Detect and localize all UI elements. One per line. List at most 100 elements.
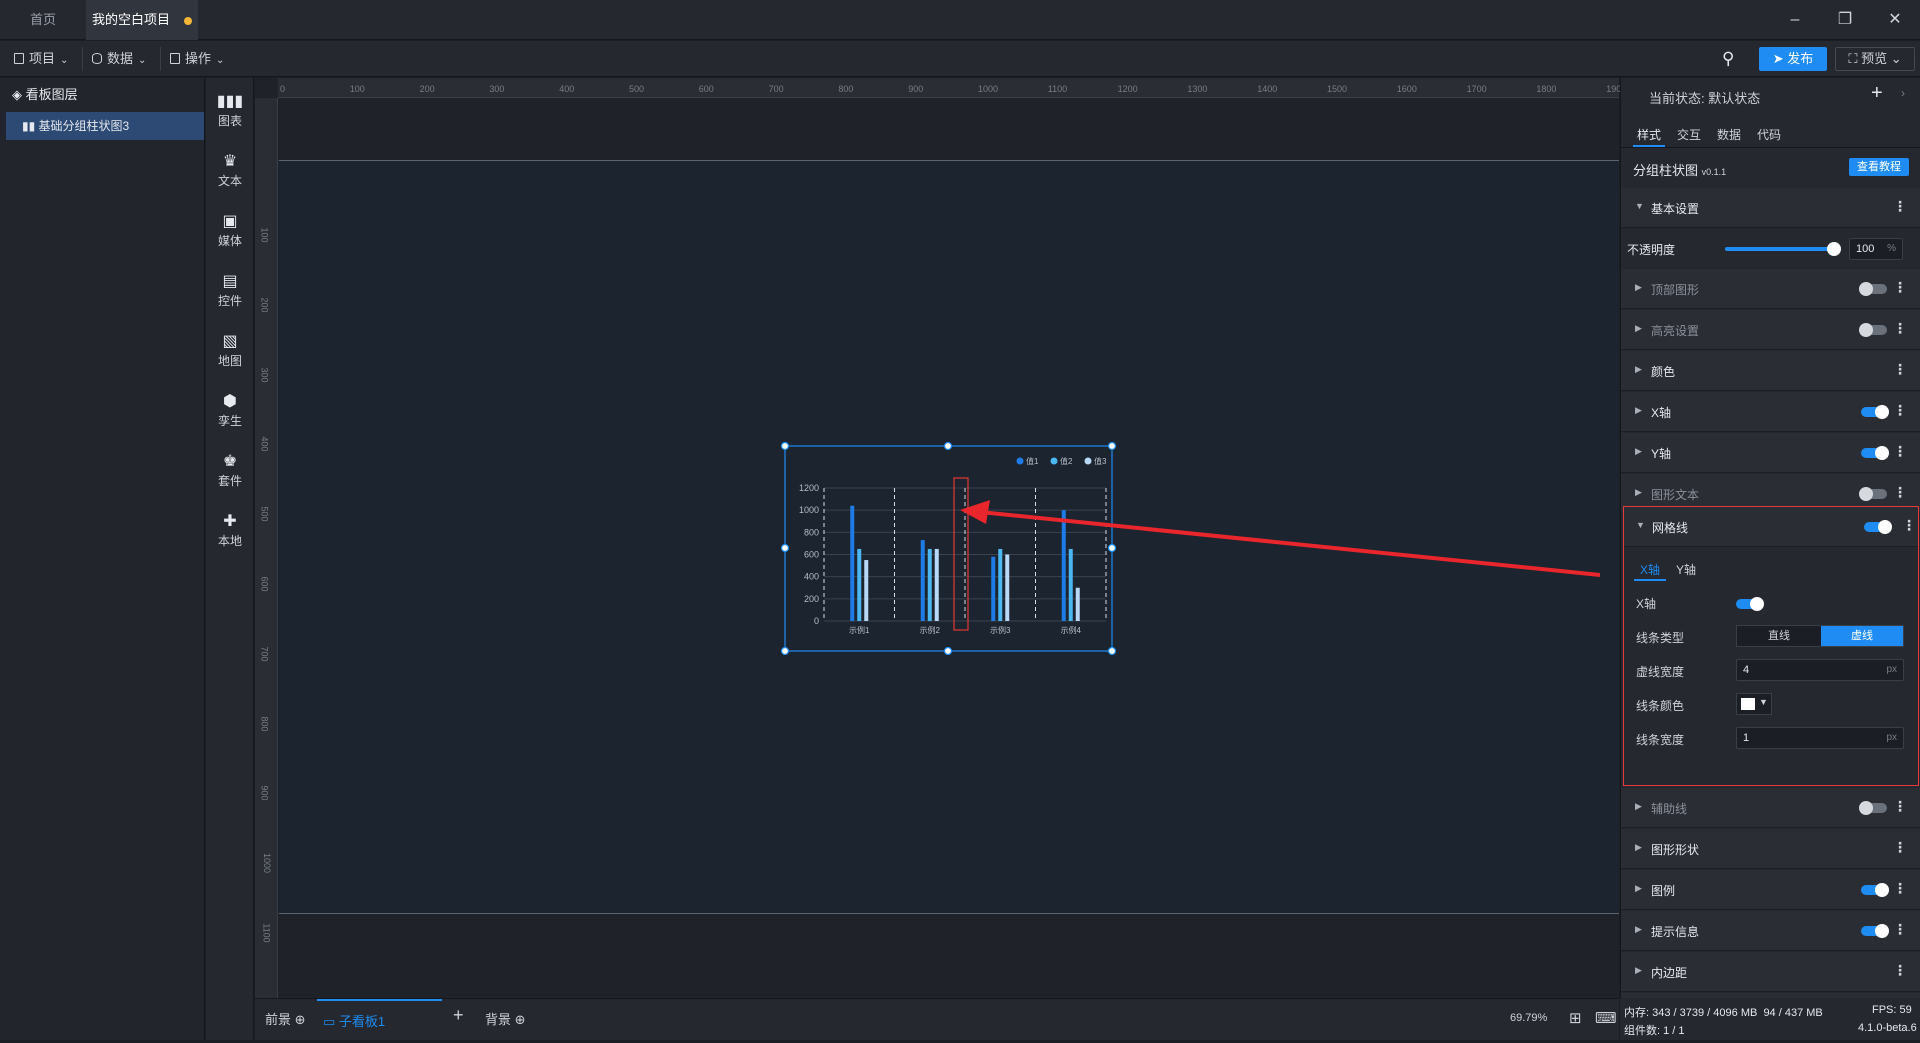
ruler-tick-label: 600 [698,84,714,94]
line-type-dashed[interactable]: 虚线 [1821,626,1903,646]
restore-icon[interactable]: ❐ [1830,8,1860,32]
section-row[interactable]: ▶ 顶部图形 ⋮ [1621,269,1920,309]
more-vertical-icon[interactable]: ⋮ [1893,198,1907,215]
menu-project[interactable]: 项目 ⌄ [8,47,74,71]
tool-text[interactable]: ♛ 文本 [206,146,254,196]
add-circle-icon[interactable]: ⊕ [295,1012,306,1027]
resize-handle[interactable] [943,646,953,655]
resize-handle[interactable] [780,441,790,451]
add-board-icon[interactable]: + [453,1005,464,1026]
y-tick-label: 1200 [799,483,819,493]
more-vertical-icon[interactable]: ⋮ [1893,921,1907,938]
tab-project[interactable]: 我的空白项目 [86,0,198,40]
dash-width-input[interactable]: 4 px [1736,659,1904,681]
arrow-head [960,500,990,524]
resize-handle[interactable] [1107,646,1117,655]
zoom-level[interactable]: 69.79% [1510,1012,1547,1024]
section-row[interactable]: ▶ 提示信息 ⋮ [1621,911,1920,951]
bar[interactable] [857,548,862,621]
more-vertical-icon[interactable]: ⋮ [1902,517,1916,534]
more-vertical-icon[interactable]: ⋮ [1893,320,1907,337]
opacity-input[interactable]: 100% [1849,238,1903,260]
section-toggle[interactable] [1859,323,1887,337]
grid-subtab-y[interactable]: Y轴 [1676,561,1696,578]
section-grid-header[interactable]: ▼ 网格线 ⋮ [1624,507,1918,547]
more-vertical-icon[interactable]: ⋮ [1893,279,1907,296]
keyboard-icon[interactable]: ⌨ [1595,1009,1617,1027]
tool-chart[interactable]: ▮▮▮ 图表 [206,86,254,136]
tool-local[interactable]: ✚ 本地 [206,506,254,556]
chevron-right-icon[interactable]: › [1901,86,1905,100]
section-row[interactable]: ▶ Y轴 ⋮ [1621,433,1920,473]
opacity-slider-handle[interactable] [1827,242,1841,256]
bar[interactable] [920,540,925,621]
layer-item[interactable]: ▮▮ 基础分组柱状图3 [6,112,204,140]
tab-foreground[interactable]: 前景 ⊕ [265,1009,306,1028]
tab-code[interactable]: 代码 [1757,126,1781,143]
resize-handle[interactable] [943,441,953,451]
add-circle-icon[interactable]: ⊕ [515,1012,526,1027]
close-icon[interactable]: ✕ [1880,8,1910,32]
menu-data[interactable]: 数据 ⌄ [86,47,152,71]
bar[interactable] [1075,587,1080,621]
fit-screen-icon[interactable]: ⊞ [1569,1009,1582,1027]
section-toggle[interactable] [1861,446,1889,460]
add-state-icon[interactable]: + [1871,82,1883,105]
section-toggle[interactable] [1859,487,1887,501]
resize-handle[interactable] [780,543,790,553]
preview-button[interactable]: ⛶ 预览 ⌄ [1835,47,1915,71]
bar[interactable] [864,560,869,621]
section-row[interactable]: ▶ 辅助线 ⋮ [1621,788,1920,828]
section-row[interactable]: ▶ 内边距 ⋮ [1621,952,1920,992]
grid-x-toggle[interactable] [1736,597,1764,611]
section-toggle[interactable] [1859,282,1887,296]
more-vertical-icon[interactable]: ⋮ [1893,361,1907,378]
tool-map[interactable]: ▧ 地图 [206,326,254,376]
bar[interactable] [934,548,939,621]
line-width-input[interactable]: 1 px [1736,727,1904,749]
bar[interactable] [927,548,932,621]
tab-home[interactable]: 首页 [0,0,86,40]
more-vertical-icon[interactable]: ⋮ [1893,880,1907,897]
bar-chart-icon: ▮▮ [22,119,39,133]
tool-kit[interactable]: ♚ 套件 [206,446,254,496]
more-vertical-icon[interactable]: ⋮ [1893,484,1907,501]
opacity-slider[interactable] [1725,242,1841,256]
section-toggle[interactable] [1861,883,1889,897]
section-row[interactable]: ▶ X轴 ⋮ [1621,392,1920,432]
publish-button[interactable]: ➤ 发布 [1759,47,1827,71]
tab-data[interactable]: 数据 [1717,126,1741,143]
tutorial-button[interactable]: 查看教程 [1849,158,1909,176]
section-toggle[interactable] [1859,801,1887,815]
tool-media[interactable]: ▣ 媒体 [206,206,254,256]
grid-toggle[interactable] [1864,520,1892,534]
bar[interactable] [850,505,855,621]
resize-handle[interactable] [1107,441,1117,451]
tab-interaction[interactable]: 交互 [1677,126,1701,143]
minimize-icon[interactable]: – [1780,8,1810,32]
tab-background[interactable]: 背景 ⊕ [485,1009,526,1028]
line-color-picker[interactable]: ▼ [1736,693,1772,715]
line-type-solid[interactable]: 直线 [1737,626,1821,646]
more-vertical-icon[interactable]: ⋮ [1893,443,1907,460]
tab-sub-board[interactable]: ▭ 子看板1 [317,999,442,1041]
section-toggle[interactable] [1861,924,1889,938]
section-row[interactable]: ▶ 图例 ⋮ [1621,870,1920,910]
tab-style[interactable]: 样式 [1637,126,1661,143]
menu-operate[interactable]: 操作 ⌄ [164,47,230,71]
grid-subtab-x[interactable]: X轴 [1640,561,1660,578]
section-row[interactable]: ▶ 图形形状 ⋮ [1621,829,1920,869]
more-vertical-icon[interactable]: ⋮ [1893,798,1907,815]
section-row[interactable]: ▶ 颜色 ⋮ [1621,351,1920,391]
legend-label: 值3 [1094,456,1107,466]
section-row[interactable]: ▶ 高亮设置 ⋮ [1621,310,1920,350]
tool-control[interactable]: ▤ 控件 [206,266,254,316]
more-vertical-icon[interactable]: ⋮ [1893,402,1907,419]
resize-handle[interactable] [780,646,790,655]
more-vertical-icon[interactable]: ⋮ [1893,962,1907,979]
more-vertical-icon[interactable]: ⋮ [1893,839,1907,856]
tool-twin[interactable]: ⬢ 孪生 [206,386,254,436]
search-icon[interactable]: ⚲ [1722,49,1744,71]
section-toggle[interactable] [1861,405,1889,419]
section-basic[interactable]: ▼ 基本设置 ⋮ [1621,188,1920,228]
